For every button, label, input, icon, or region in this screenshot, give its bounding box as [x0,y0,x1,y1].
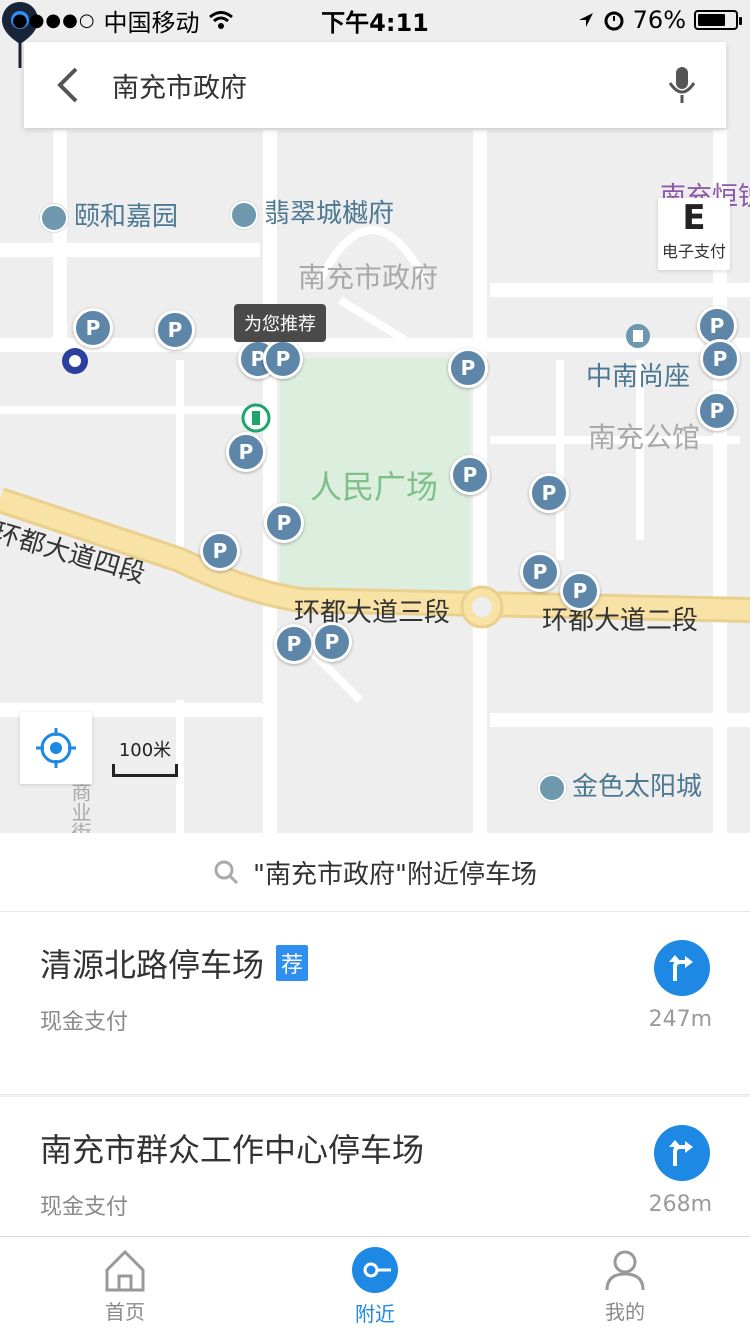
tab-bar: 首页 附近 我的 [0,1236,750,1335]
building-icon [40,203,68,232]
back-button[interactable] [48,65,88,105]
parking-marker[interactable]: P [529,473,569,513]
building-icon [230,200,258,229]
map-scale: 100米 [112,736,178,777]
poi-zhongnan[interactable]: 中南尚座 [586,356,690,393]
result-name: 清源北路停车场 [40,946,265,984]
building-icon [538,773,566,802]
parking-marker[interactable]: P [264,503,304,543]
navigate-button[interactable] [654,940,710,996]
alarm-icon [604,11,624,31]
building-icon[interactable] [624,322,652,350]
battery-percent: 76% [632,6,686,34]
label-shangye: 商业街 [68,782,92,833]
parking-marker[interactable]: P [155,310,195,350]
parking-marker[interactable]: P [226,432,266,472]
results-sheet: "南充市政府"附近停车场 清源北路停车场 荐 现金支付 247m 南充市群众工作… [0,833,750,1280]
tab-profile[interactable]: 我的 [500,1237,750,1335]
parking-marker[interactable]: P [697,391,737,431]
tab-label: 首页 [105,1299,145,1324]
search-bar[interactable]: 南充市政府 [24,42,726,128]
label-park: 人民广场 [310,468,439,506]
poi-feicui[interactable]: 翡翠城樾府 [230,193,394,230]
label-nanchong-gov: 南充市政府 [298,261,439,294]
user-icon [605,1250,645,1290]
bank-icon[interactable] [60,346,90,376]
poi-yihe[interactable]: 颐和嘉园 [40,196,178,233]
result-distance: 268m [648,1192,712,1217]
result-name: 南充市群众工作中心停车场 [40,1131,425,1169]
gas-station-icon[interactable] [241,403,271,433]
battery-icon [694,10,742,30]
home-icon [105,1249,145,1291]
label-gongguan: 南充公馆 [588,421,701,454]
status-bar: ●●●●○ 中国移动 下午4:11 76% [0,0,750,40]
tab-nearby[interactable]: 附近 [250,1237,500,1335]
results-summary: "南充市政府"附近停车场 [253,859,537,890]
epay-letter: E [682,198,706,238]
turn-arrow-icon [669,955,693,981]
tab-label: 我的 [605,1299,645,1324]
recommend-tooltip: 为您推荐 [234,304,326,342]
search-icon [214,860,239,885]
microphone-icon [668,67,696,103]
turn-arrow-icon [669,1140,693,1166]
results-header: "南充市政府"附近停车场 [0,833,750,912]
scale-bar [112,764,178,777]
epay-label: 电子支付 [661,242,726,261]
parking-marker[interactable]: P [450,455,490,495]
navigate-button[interactable] [654,1125,710,1181]
recommend-badge: 荐 [276,945,309,981]
result-payment: 现金支付 [40,1010,129,1035]
location-arrow-icon [578,13,593,27]
search-query[interactable]: 南充市政府 [112,66,662,105]
crosshair-icon [36,728,76,768]
poi-jinse[interactable]: 金色太阳城 [538,766,702,803]
carrier-label: 中国移动 [103,8,200,37]
parking-marker[interactable]: P [200,531,240,571]
status-time: 下午4:11 [321,8,429,37]
result-payment: 现金支付 [40,1195,129,1220]
parking-marker[interactable]: P [312,622,352,662]
parking-marker-recommended[interactable]: P [263,339,303,379]
tab-home[interactable]: 首页 [0,1237,250,1335]
result-item[interactable]: 清源北路停车场 荐 现金支付 247m [0,912,750,1095]
wifi-icon [208,11,233,29]
parking-marker[interactable]: P [73,308,113,348]
parking-marker[interactable]: P [520,552,560,592]
parking-marker[interactable]: P [274,624,314,664]
locate-button[interactable] [20,712,92,784]
result-distance: 247m [648,1007,712,1032]
tab-label: 附近 [355,1301,395,1326]
scale-label: 100米 [118,740,172,761]
back-arrow-icon [57,67,78,103]
voice-search-button[interactable] [662,61,702,109]
signal-strength-icon: ●●●●○ [12,9,96,31]
parking-marker[interactable]: P [700,339,740,379]
parking-marker[interactable]: P [560,571,600,611]
label-road-3: 环都大道三段 [294,598,451,628]
electronic-payment-button[interactable]: E 电子支付 [658,198,730,270]
nearby-icon [352,1246,398,1293]
parking-marker[interactable]: P [448,348,488,388]
